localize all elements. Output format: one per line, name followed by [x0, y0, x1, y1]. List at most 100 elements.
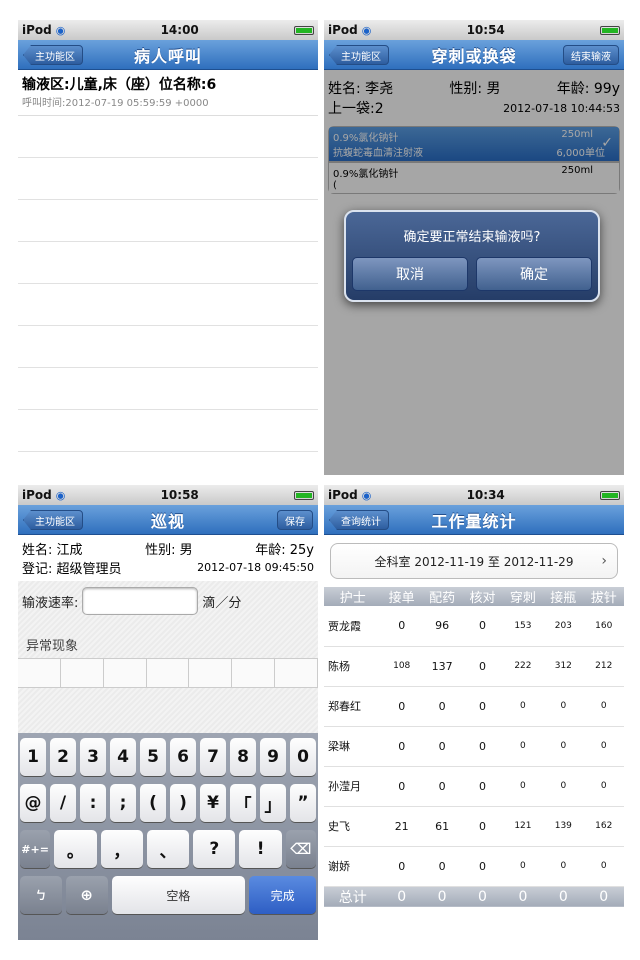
- back-button[interactable]: 主功能区: [23, 510, 83, 530]
- table-cell: 0: [421, 726, 463, 767]
- page-title: 工作量统计: [431, 511, 517, 531]
- call-list-item[interactable]: 输液区:儿童,床（座）位名称:6 呼叫时间:2012-07-19 05:59:5…: [18, 70, 318, 116]
- table-cell: 96: [421, 606, 463, 647]
- back-button[interactable]: 查询统计: [329, 510, 389, 530]
- key-3[interactable]: 3: [80, 738, 106, 776]
- table-cell: 0: [462, 766, 503, 807]
- key-lquote[interactable]: 「: [230, 784, 256, 822]
- table-cell: 0: [421, 846, 463, 887]
- record-datetime: 2012-07-18 09:45:50: [197, 561, 314, 574]
- table-cell: 0: [462, 846, 503, 887]
- col-header: 配药: [421, 587, 463, 606]
- table-cell: 121: [502, 806, 544, 847]
- key-yen[interactable]: ¥: [200, 784, 226, 822]
- back-button[interactable]: 主功能区: [329, 45, 389, 65]
- page-title: 巡视: [150, 511, 185, 531]
- cancel-button[interactable]: 取消: [352, 257, 468, 291]
- table-cell: 0: [583, 686, 624, 727]
- key-0[interactable]: 0: [290, 738, 316, 776]
- patient-gender: 性别: 男: [145, 543, 193, 558]
- table-cell: 0: [543, 766, 584, 807]
- status-bar: iPod ◉ 14:00: [18, 20, 318, 40]
- backspace-icon[interactable]: ⌫: [285, 830, 316, 868]
- key-9[interactable]: 9: [260, 738, 286, 776]
- table-cell: 139: [543, 806, 584, 847]
- device-label: iPod: [328, 23, 358, 37]
- key-1[interactable]: 1: [20, 738, 46, 776]
- abnormal-options[interactable]: [18, 658, 318, 688]
- key-exclaim[interactable]: !: [239, 830, 282, 868]
- key-period[interactable]: 。: [54, 830, 97, 868]
- key-at[interactable]: @: [20, 784, 46, 822]
- key-dquote[interactable]: ”: [290, 784, 316, 822]
- screen-workload-stats: iPod ◉ 10:34 查询统计 工作量统计 全科室 2012-11-19 至 …: [324, 485, 624, 940]
- key-slash[interactable]: /: [50, 784, 76, 822]
- wifi-icon: ◉: [55, 488, 66, 502]
- input-method-key[interactable]: ㄅ: [20, 876, 62, 914]
- total-cell: 0: [502, 886, 544, 907]
- screen-inspection: iPod ◉ 10:58 主功能区 巡视 保存 姓名: 江成 性别: 男 年龄: …: [18, 485, 318, 940]
- key-8[interactable]: 8: [230, 738, 256, 776]
- table-cell: 61: [421, 806, 463, 847]
- table-cell: 0: [502, 846, 544, 887]
- table-row[interactable]: 陈杨 108 137 0 222 312 212: [324, 646, 624, 687]
- list-item: [18, 158, 318, 200]
- table-cell: 0: [381, 766, 422, 807]
- table-row[interactable]: 梁琳 0 0 0 0 0 0: [324, 726, 624, 767]
- status-time: 14:00: [160, 23, 199, 37]
- nav-bar: 主功能区 穿刺或换袋 结束输液: [324, 40, 624, 70]
- screen-puncture-change: iPod ◉ 10:54 主功能区 穿刺或换袋 结束输液 姓名: 李尧 性别: 男…: [324, 20, 624, 475]
- key-7[interactable]: 7: [200, 738, 226, 776]
- space-key[interactable]: 空格: [111, 876, 246, 914]
- date-range-selector[interactable]: 全科室 2012-11-19 至 2012-11-29 ›: [330, 543, 618, 579]
- wifi-icon: ◉: [361, 23, 372, 37]
- key-lparen[interactable]: (: [140, 784, 166, 822]
- key-symbols[interactable]: #+=: [20, 830, 51, 868]
- key-semicolon[interactable]: ;: [110, 784, 136, 822]
- nav-bar: 主功能区 巡视 保存: [18, 505, 318, 535]
- back-button[interactable]: 主功能区: [23, 45, 83, 65]
- rate-label: 输液速率:: [22, 595, 79, 611]
- key-question[interactable]: ?: [193, 830, 236, 868]
- wifi-icon: ◉: [361, 488, 372, 502]
- done-key[interactable]: 完成: [249, 876, 316, 914]
- key-rquote[interactable]: 」: [260, 784, 286, 822]
- table-row[interactable]: 贾龙霞 0 96 0 153 203 160: [324, 606, 624, 647]
- key-6[interactable]: 6: [170, 738, 196, 776]
- recorder: 登记: 超级管理员: [22, 562, 122, 577]
- call-title: 输液区:儿童,床（座）位名称:6: [22, 77, 217, 93]
- table-row[interactable]: 孙滢月 0 0 0 0 0 0: [324, 766, 624, 807]
- table-cell: 0: [462, 726, 503, 767]
- rate-input[interactable]: [82, 587, 199, 615]
- page-title: 穿刺或换袋: [431, 46, 517, 66]
- table-row[interactable]: 史飞 21 61 0 121 139 162: [324, 806, 624, 847]
- battery-icon: [600, 25, 620, 35]
- save-button[interactable]: 保存: [277, 510, 313, 530]
- key-enum-comma[interactable]: 、: [146, 830, 190, 868]
- confirm-button[interactable]: 确定: [476, 257, 592, 291]
- chevron-right-icon: ›: [601, 553, 607, 569]
- globe-icon[interactable]: ⊕: [65, 876, 108, 914]
- nurse-name: 陈杨: [324, 646, 382, 687]
- key-2[interactable]: 2: [50, 738, 76, 776]
- nurse-name: 史飞: [324, 806, 382, 847]
- patient-info: 姓名: 江成 性别: 男 年龄: 25y 登记: 超级管理员 2012-07-1…: [18, 535, 318, 581]
- battery-icon: [600, 490, 620, 500]
- key-4[interactable]: 4: [110, 738, 136, 776]
- table-cell: 0: [583, 726, 624, 767]
- table-row[interactable]: 谢娇 0 0 0 0 0 0: [324, 846, 624, 887]
- table-cell: 0: [543, 726, 584, 767]
- total-cell: 0: [462, 886, 503, 907]
- table-cell: 137: [421, 646, 463, 687]
- table-row[interactable]: 郑春红 0 0 0 0 0 0: [324, 686, 624, 727]
- table-cell: 0: [462, 646, 503, 687]
- key-comma[interactable]: ，: [100, 830, 143, 868]
- end-infusion-button[interactable]: 结束输液: [563, 45, 619, 65]
- col-header: 核对: [462, 587, 503, 606]
- col-header: 接单: [381, 587, 422, 606]
- col-header: 穿刺: [502, 587, 544, 606]
- key-rparen[interactable]: ): [170, 784, 196, 822]
- key-5[interactable]: 5: [140, 738, 166, 776]
- col-header: 拔针: [583, 587, 624, 606]
- key-colon[interactable]: :: [80, 784, 106, 822]
